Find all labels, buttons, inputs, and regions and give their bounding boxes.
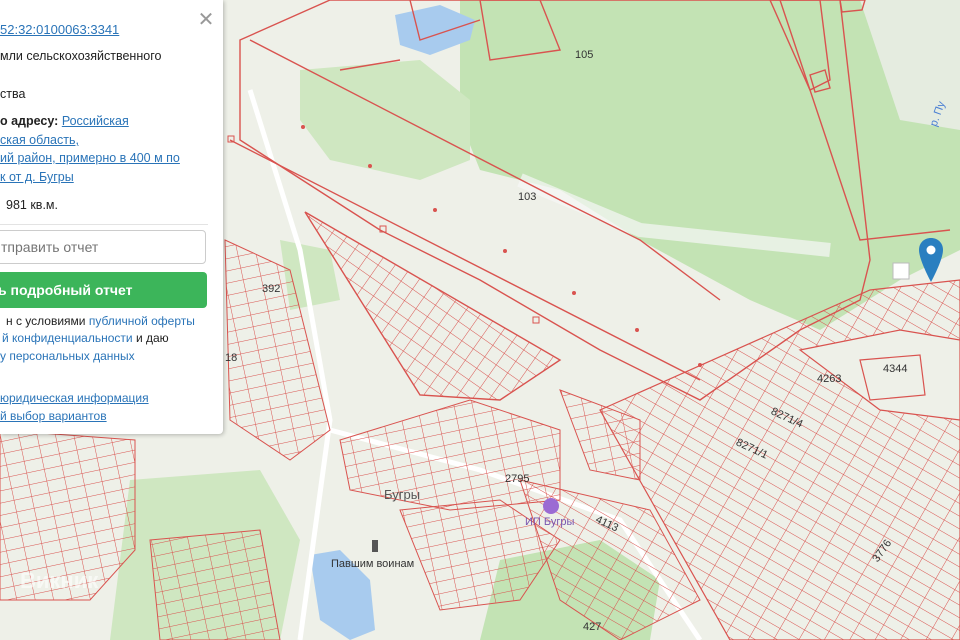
public-offer-link[interactable]: публичной оферты bbox=[89, 314, 195, 328]
parcel-label-103: 103 bbox=[518, 191, 537, 203]
address-line-4[interactable]: к от д. Бугры bbox=[0, 170, 74, 184]
parcel-info-panel: ✕ 52:32:0100063:3341 мли сельскохозяйств… bbox=[0, 0, 223, 434]
address-line-2[interactable]: ская область, bbox=[0, 133, 79, 147]
monument-label: Павшим воинам bbox=[331, 558, 415, 570]
personal-data-link[interactable]: у персональных данных bbox=[0, 349, 135, 363]
land-category-line2: ства bbox=[0, 87, 26, 101]
shop-icon[interactable] bbox=[543, 498, 559, 514]
terms-line-1: н с условиями публичной оферты bbox=[6, 314, 195, 328]
email-input[interactable] bbox=[0, 231, 203, 263]
divider bbox=[0, 224, 208, 225]
land-category-line1: мли сельскохозяйственного bbox=[0, 49, 162, 63]
address-row-1: о адресу: Российская bbox=[0, 114, 129, 128]
area-value: 981 кв.м. bbox=[6, 198, 58, 212]
legal-info-link[interactable]: юридическая информация bbox=[0, 391, 149, 405]
variants-link[interactable]: й выбор вариантов bbox=[0, 409, 107, 423]
terms-line-2: й конфиденциальности и даю bbox=[2, 331, 169, 345]
watermark: Викник bbox=[20, 568, 99, 593]
address-line-3[interactable]: ий район, примерно в 400 м по bbox=[0, 151, 180, 165]
privacy-policy-link[interactable]: й конфиденциальности bbox=[2, 331, 133, 345]
photo-icon[interactable] bbox=[892, 262, 910, 280]
village-parcels bbox=[149, 529, 281, 640]
parcel-label-4344: 4344 bbox=[883, 363, 908, 375]
email-field[interactable] bbox=[0, 230, 206, 264]
address-label: о адресу: bbox=[0, 114, 59, 128]
parcel-label-427: 427 bbox=[583, 621, 602, 633]
parcel-big bbox=[859, 354, 926, 401]
location-pin-icon[interactable] bbox=[918, 238, 944, 282]
terms-text: н с условиями bbox=[6, 314, 86, 328]
parcel-label-2795: 2795 bbox=[505, 473, 530, 485]
shop-label: ИП Бугры bbox=[525, 516, 575, 528]
terms-line-3: у персональных данных bbox=[0, 349, 135, 363]
parcel-label-18: 18 bbox=[225, 352, 238, 364]
parcel-label-392: 392 bbox=[262, 283, 281, 295]
order-report-button[interactable]: ь подробный отчет bbox=[0, 272, 207, 308]
town-label: Бугры bbox=[384, 487, 421, 502]
parcel-label-4263: 4263 bbox=[817, 373, 842, 385]
monument-icon bbox=[372, 540, 378, 552]
close-icon[interactable]: ✕ bbox=[196, 10, 216, 30]
address-link[interactable]: Российская bbox=[62, 114, 129, 128]
cadastral-number-link[interactable]: 52:32:0100063:3341 bbox=[0, 22, 119, 37]
terms-text: и даю bbox=[135, 331, 169, 345]
parcel-label-105: 105 bbox=[575, 49, 594, 61]
